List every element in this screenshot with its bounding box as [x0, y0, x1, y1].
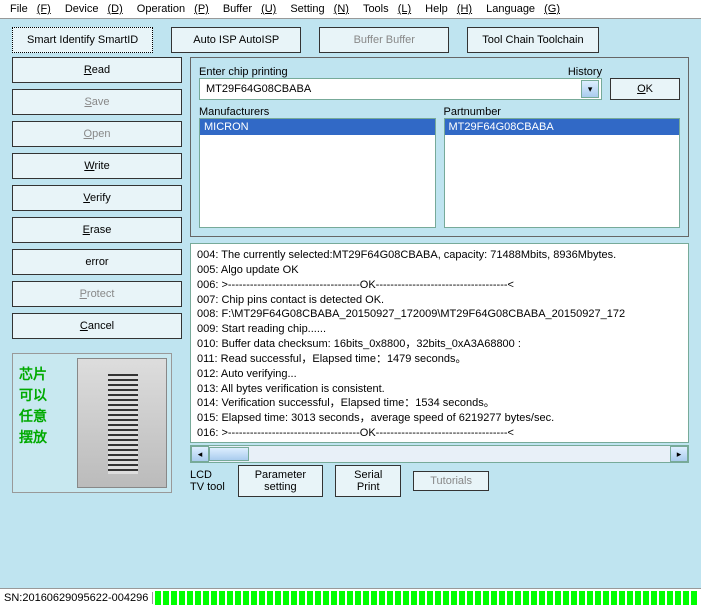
progress-bar [155, 591, 699, 605]
log-line: 011: Read successful，Elapsed time：1479 s… [197, 352, 682, 367]
status-bar: SN:20160629095622-004296 [0, 588, 701, 606]
ok-button[interactable]: OK [610, 78, 680, 100]
list-item[interactable]: MT29F64G08CBABA [445, 119, 680, 135]
toolchain-button[interactable]: Tool Chain Toolchain [467, 27, 598, 53]
error-button[interactable]: error [12, 249, 182, 275]
socket-icon [77, 358, 167, 488]
save-button: Save [12, 89, 182, 115]
protect-button: Protect [12, 281, 182, 307]
log-line: 006: >----------------------------------… [197, 278, 682, 293]
log-line: 004: The currently selected:MT29F64G08CB… [197, 248, 682, 263]
write-button[interactable]: Write [12, 153, 182, 179]
log-line: 014: Verification successful，Elapsed tim… [197, 396, 682, 411]
log-panel: 004: The currently selected:MT29F64G08CB… [190, 243, 689, 443]
read-button[interactable]: Read [12, 57, 182, 83]
top-buttons: Smart Identify SmartID Auto ISP AutoISP … [0, 19, 701, 57]
cancel-button[interactable]: Cancel [12, 313, 182, 339]
smartid-button[interactable]: Smart Identify SmartID [12, 27, 153, 53]
chip-value: MT29F64G08CBABA [206, 83, 311, 95]
lcd-tv-label: LCD TV tool [190, 469, 226, 493]
partnumber-label: Partnumber [444, 106, 681, 118]
log-line: 009: Start reading chip...... [197, 322, 682, 337]
log-line: 013: All bytes verification is consisten… [197, 382, 682, 397]
menu-operation[interactable]: Operation (P) [131, 2, 215, 16]
log-line: 010: Buffer data checksum: 16bits_0x8800… [197, 337, 682, 352]
sidebar: Read Save Open Write Verify Erase error … [12, 57, 182, 499]
manufacturers-list[interactable]: MICRON [199, 118, 436, 228]
parameter-button[interactable]: Parameter setting [238, 465, 324, 497]
chip-select[interactable]: MT29F64G08CBABA ▾ [199, 78, 602, 100]
log-line: 007: Chip pins contact is detected OK. [197, 293, 682, 308]
bottom-bar: LCD TV tool Parameter setting Serial Pri… [190, 463, 689, 499]
list-item[interactable]: MICRON [200, 119, 435, 135]
history-label: History [568, 66, 602, 78]
manufacturers-label: Manufacturers [199, 106, 436, 118]
log-line: 016: >----------------------------------… [197, 426, 682, 441]
buffer-button[interactable]: Buffer Buffer [319, 27, 449, 53]
h-scrollbar[interactable]: ◂ ▸ [190, 445, 689, 463]
partnumber-list[interactable]: MT29F64G08CBABA [444, 118, 681, 228]
log-line: 015: Elapsed time: 3013 seconds，average … [197, 411, 682, 426]
menu-setting[interactable]: Setting (N) [284, 2, 355, 16]
log-line: 005: Algo update OK [197, 263, 682, 278]
erase-button[interactable]: Erase [12, 217, 182, 243]
serial-number: SN:20160629095622-004296 [0, 592, 153, 604]
chip-panel: Enter chip printing History MT29F64G08CB… [190, 57, 689, 237]
scroll-right-icon[interactable]: ▸ [670, 446, 688, 462]
menu-file[interactable]: File (F) [4, 2, 57, 16]
chip-photo: 芯片 可以 任意 摆放 [12, 353, 172, 493]
serial-print-button[interactable]: Serial Print [335, 465, 401, 497]
photo-caption: 芯片 可以 任意 摆放 [19, 364, 47, 448]
scroll-thumb[interactable] [209, 447, 249, 461]
menu-device[interactable]: Device (D) [59, 2, 129, 16]
chevron-down-icon[interactable]: ▾ [581, 80, 599, 98]
menu-tools[interactable]: Tools (L) [357, 2, 417, 16]
menu-help[interactable]: Help (H) [419, 2, 478, 16]
log-line: 008: F:\MT29F64G08CBABA_20150927_172009\… [197, 307, 682, 322]
menu-language[interactable]: Language (G) [480, 2, 566, 16]
enter-chip-label: Enter chip printing [199, 66, 288, 78]
tutorials-button: Tutorials [413, 471, 489, 491]
open-button: Open [12, 121, 182, 147]
menu-bar: File (F) Device (D) Operation (P) Buffer… [0, 0, 701, 19]
scroll-left-icon[interactable]: ◂ [191, 446, 209, 462]
verify-button[interactable]: Verify [12, 185, 182, 211]
autoisp-button[interactable]: Auto ISP AutoISP [171, 27, 301, 53]
menu-buffer[interactable]: Buffer (U) [217, 2, 283, 16]
log-line: 012: Auto verifying... [197, 367, 682, 382]
